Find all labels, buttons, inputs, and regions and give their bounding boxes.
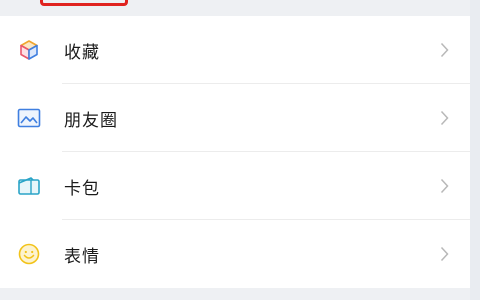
card-wallet-icon — [16, 173, 42, 199]
red-highlight-box — [40, 0, 128, 6]
menu-item-favorites[interactable]: 收藏 — [0, 16, 470, 84]
right-gutter — [470, 0, 480, 300]
chevron-right-icon — [438, 177, 450, 195]
favorites-cube-icon — [16, 37, 42, 63]
menu-item-stickers[interactable]: 表情 — [0, 220, 470, 288]
chevron-right-icon — [438, 245, 450, 263]
menu-card: 收藏 朋友圈 卡包 表情 — [0, 16, 470, 288]
moments-image-icon — [16, 105, 42, 131]
menu-item-label: 朋友圈 — [64, 110, 118, 131]
chevron-right-icon — [438, 41, 450, 59]
menu-item-label: 收藏 — [64, 42, 100, 63]
menu-item-card-wallet[interactable]: 卡包 — [0, 152, 470, 220]
chevron-right-icon — [438, 109, 450, 127]
menu-item-moments[interactable]: 朋友圈 — [0, 84, 470, 152]
emoji-smiley-icon — [16, 241, 42, 267]
menu-item-label: 表情 — [64, 246, 100, 267]
menu-item-label: 卡包 — [64, 178, 100, 199]
